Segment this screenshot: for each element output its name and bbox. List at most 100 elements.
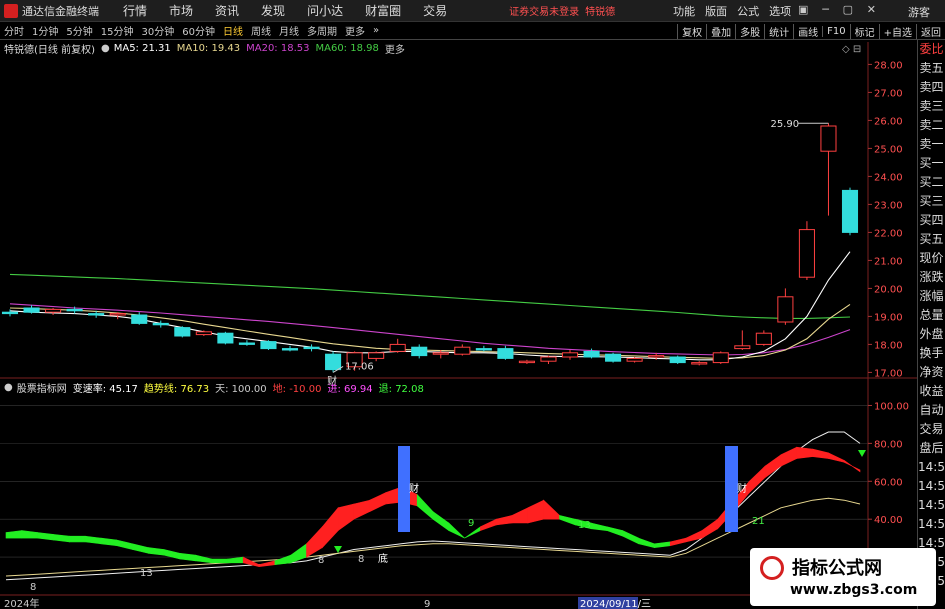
sidebar-item[interactable]: 买三	[918, 192, 945, 211]
y-tick-label: 22.00	[874, 228, 903, 239]
y-tick-label: 19.00	[874, 312, 903, 323]
watermark-logo: 指标公式网 www.zbgs3.com	[750, 548, 936, 606]
ind-y-tick-label: 100.00	[874, 401, 909, 412]
indicator-info-bar: ● 股票指标网 变速率: 45.17 趋势线: 76.73 天: 100.00 …	[0, 380, 424, 395]
kline-pane[interactable]: 28.00 27.00 26.00 25.00 24.00 23.00 22.00 21.00…	[0, 42, 917, 596]
sidebar-item[interactable]: 14:50	[918, 477, 945, 496]
band-segment	[527, 499, 545, 524]
band-segment	[290, 543, 307, 564]
band-segment	[590, 522, 608, 531]
btn-fanhui[interactable]: 返回	[916, 23, 945, 39]
sidebar-item[interactable]: 卖二	[918, 116, 945, 135]
candle-body	[626, 357, 643, 362]
candle-body	[260, 341, 277, 350]
down-arrow-icon	[858, 450, 866, 457]
more-indicators-link[interactable]: 更多	[385, 41, 405, 56]
candle-body	[734, 345, 751, 350]
y-tick-label: 18.00	[874, 340, 903, 351]
sidebar-item[interactable]: 14:50	[918, 496, 945, 515]
band-segment	[638, 537, 655, 548]
band-segment	[258, 560, 276, 567]
sidebar-item[interactable]: 自动	[918, 401, 945, 420]
high-label: 25.90	[770, 119, 799, 130]
candle-body	[841, 189, 859, 233]
band-segment	[828, 452, 845, 463]
indicator-di: 地: -10.00	[272, 383, 322, 395]
band-segment	[432, 511, 450, 532]
sidebar-item[interactable]: 换手	[918, 344, 945, 363]
date-axis-mid: 9	[424, 599, 430, 609]
candle-body	[777, 296, 794, 323]
sidebar-item[interactable]: 卖三	[918, 97, 945, 116]
band-segment	[511, 507, 529, 524]
watermark-title: 指标公式网	[792, 558, 882, 579]
sidebar-item[interactable]: 买一	[918, 154, 945, 173]
line-label: 21	[752, 516, 765, 527]
sidebar-item[interactable]: 卖一	[918, 135, 945, 154]
band-segment	[179, 552, 197, 562]
candle-body	[497, 348, 514, 359]
candle-body	[583, 350, 600, 358]
candle-body	[669, 356, 686, 364]
band-segment	[53, 534, 70, 543]
band-segment	[100, 537, 117, 547]
candle-body	[454, 346, 471, 355]
y-tick-label: 21.00	[874, 256, 903, 267]
sidebar-item[interactable]: 总量	[918, 306, 945, 325]
sidebar-item[interactable]: 交易	[918, 420, 945, 439]
sidebar-item[interactable]: 买四	[918, 211, 945, 230]
sidebar-item[interactable]: 14:50	[918, 458, 945, 477]
band-segment	[321, 506, 339, 549]
sidebar-item[interactable]: 卖四	[918, 78, 945, 97]
sidebar-item[interactable]: 卖五	[918, 59, 945, 78]
watermark-url: www.zbgs3.com	[790, 582, 918, 598]
sidebar-item[interactable]: 净资	[918, 363, 945, 382]
ma5-line	[9, 251, 851, 361]
candle-body	[131, 314, 148, 324]
band-segment	[116, 539, 133, 550]
sidebar-item[interactable]: 外盘	[918, 325, 945, 344]
sidebar-item[interactable]: 买二	[918, 173, 945, 192]
line-label: 9	[468, 518, 474, 529]
sidebar-item[interactable]: 14:50	[918, 515, 945, 534]
candle-body	[518, 360, 535, 364]
candle-body	[368, 352, 385, 359]
band-segment	[163, 549, 181, 560]
sidebar-item[interactable]: 买五	[918, 230, 945, 249]
candle-body	[540, 356, 557, 362]
candle-body	[303, 346, 320, 350]
ma5-label: MA5: 21.31	[113, 42, 171, 54]
y-tick-label: 24.00	[874, 172, 903, 183]
candle-body	[217, 332, 234, 344]
down-arrow-icon	[334, 546, 342, 553]
indicator-tian: 天: 100.00	[215, 383, 267, 395]
line-label: 13	[578, 520, 591, 531]
candle-body	[798, 229, 815, 278]
sidebar-item[interactable]: 委比	[918, 40, 945, 59]
indicator-gear-icon[interactable]: ●	[4, 382, 13, 393]
chart-area[interactable]: 28.00 27.00 26.00 25.00 24.00 23.00 22.00 21.00…	[0, 0, 917, 609]
band-segment	[5, 530, 23, 539]
band-segment	[227, 556, 244, 564]
candle-body	[45, 308, 62, 313]
cai-marker-label: 财	[409, 482, 419, 495]
sidebar-item[interactable]: 现价	[918, 249, 945, 268]
band-segment	[669, 537, 687, 547]
band-segment	[195, 554, 212, 564]
band-segment	[211, 558, 228, 564]
sidebar-item[interactable]: 收益	[918, 382, 945, 401]
candle-body	[411, 346, 428, 357]
sidebar-item[interactable]: 涨幅	[918, 287, 945, 306]
sidebar-item[interactable]: 盘后	[918, 439, 945, 458]
band-segment	[274, 554, 292, 566]
candle-body	[605, 353, 622, 362]
band-segment	[84, 535, 102, 545]
expand-icon: ◇ ⊟	[842, 44, 861, 55]
indicator-trend: 趋势线: 76.73	[143, 383, 210, 395]
sidebar-item[interactable]: 涨跌	[918, 268, 945, 287]
candle-body	[820, 125, 837, 152]
gear-icon[interactable]: ●	[101, 43, 110, 54]
date-axis-left: 2024年	[4, 597, 39, 609]
line-label: 8	[318, 555, 324, 566]
indicator-speed: 变速率: 45.17	[72, 383, 138, 395]
